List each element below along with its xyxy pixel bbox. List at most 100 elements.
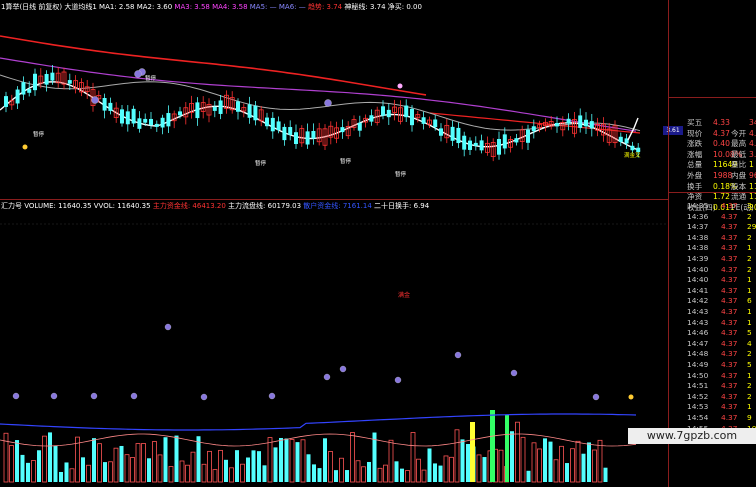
tick-cell: 2 bbox=[747, 211, 752, 221]
volume-bar bbox=[510, 431, 514, 482]
tick-cell: 14:39 bbox=[687, 254, 709, 263]
volume-bar bbox=[147, 458, 151, 482]
tick-cell: 4.37 bbox=[721, 370, 738, 380]
volume-bar bbox=[92, 438, 96, 482]
candle-body bbox=[282, 126, 287, 141]
tick-cell: 1 bbox=[747, 243, 752, 253]
quote-row: 涨幅 10.08% 最低 3. bbox=[669, 150, 756, 161]
candle-body bbox=[479, 140, 484, 151]
volume-bar bbox=[152, 441, 157, 483]
tick-cell: 4.37 bbox=[721, 381, 738, 391]
volume-bar bbox=[575, 440, 581, 483]
tick-cell: 2 bbox=[747, 349, 752, 359]
volume-bar bbox=[273, 447, 278, 482]
tick-cell: 14:48 bbox=[687, 349, 709, 359]
candle-body bbox=[305, 131, 310, 145]
candle-body bbox=[311, 130, 316, 139]
tick-cell: 14:42 bbox=[687, 296, 709, 306]
candle-body bbox=[578, 115, 583, 128]
candle-body bbox=[67, 80, 72, 84]
volume-bar bbox=[515, 421, 520, 483]
indicator-marker bbox=[454, 351, 462, 359]
quote-cell: 涨跌 bbox=[687, 139, 703, 149]
candle-body bbox=[4, 96, 8, 107]
volume-bar bbox=[257, 451, 261, 482]
volume-bar bbox=[476, 454, 482, 483]
candle-body bbox=[120, 109, 124, 124]
indicator-marker bbox=[323, 373, 331, 381]
candle-body bbox=[340, 127, 345, 133]
quote-cell: 内盘 bbox=[731, 171, 747, 180]
chart-label: 暂停 bbox=[340, 157, 352, 165]
candle-body bbox=[618, 136, 623, 142]
candle-body bbox=[27, 89, 32, 93]
tick-cell: 4.37 bbox=[721, 413, 738, 422]
quote-row: 涨跌 0.40 最高 4. bbox=[669, 139, 756, 150]
candle-body bbox=[357, 122, 362, 131]
volume-bar bbox=[526, 470, 531, 482]
candle-body bbox=[555, 122, 559, 127]
tick-row: 14:35 4.37 3 bbox=[669, 201, 756, 211]
tick-cell: 4.37 bbox=[721, 349, 738, 359]
tick-cell: 2 bbox=[747, 264, 752, 274]
candlestick-chart[interactable]: 暂停暂停 暂停暂停暂停满金叉 bbox=[0, 0, 668, 200]
volume-bar bbox=[592, 449, 597, 483]
volume-bar bbox=[328, 451, 333, 483]
candle-body bbox=[212, 106, 217, 111]
tick-row: 14:40 4.37 1 bbox=[669, 275, 756, 285]
tick-cell: 14:40 bbox=[687, 275, 709, 285]
tick-cell: 1 bbox=[747, 275, 752, 285]
tick-cell: 4.37 bbox=[721, 254, 738, 263]
volume-bar bbox=[119, 445, 124, 482]
indicator-marker bbox=[164, 323, 172, 331]
tick-row: 14:54 4.37 9 bbox=[669, 413, 756, 423]
tick-row: 14:52 4.37 2 bbox=[669, 392, 756, 402]
volume-bar bbox=[587, 442, 591, 482]
chart-area[interactable]: 1算举(日线 前复权) 大道均线1 MA1: 2.58 MA2: 3.60 MA… bbox=[0, 0, 683, 487]
tick-cell: 4.37 bbox=[721, 338, 738, 348]
candle-body bbox=[21, 82, 26, 95]
signal-marker bbox=[324, 99, 332, 107]
indicator-line-blue bbox=[0, 413, 637, 431]
tick-cell: 1 bbox=[747, 307, 752, 316]
volume-bar bbox=[212, 469, 218, 483]
indicator-marker bbox=[339, 365, 347, 373]
tick-cell: 14:51 bbox=[687, 381, 709, 391]
indicator-marker bbox=[130, 392, 138, 400]
volume-bar bbox=[42, 435, 47, 483]
tick-cell: 29 bbox=[747, 222, 756, 232]
indicator-chart[interactable]: 满金 bbox=[0, 200, 668, 487]
volume-bar bbox=[388, 439, 394, 483]
quote-cell: 4. bbox=[749, 139, 756, 149]
tick-cell: 14:46 bbox=[687, 328, 709, 338]
tick-cell: 4.37 bbox=[721, 402, 738, 412]
candle-body bbox=[131, 108, 136, 124]
volume-bar bbox=[103, 462, 107, 482]
volume-bar bbox=[603, 467, 608, 482]
volume-bar-highlight bbox=[505, 415, 509, 482]
candle-body bbox=[410, 108, 414, 126]
candle-body bbox=[270, 117, 275, 132]
tick-cell: 6 bbox=[747, 296, 752, 306]
quote-cell: 11. bbox=[749, 181, 756, 191]
volume-bar bbox=[9, 445, 14, 483]
tick-cell: 14:47 bbox=[687, 338, 709, 348]
volume-bar bbox=[163, 437, 168, 482]
indicator-marker-yellow bbox=[628, 394, 634, 400]
candle-body bbox=[630, 145, 635, 151]
volume-bar bbox=[416, 458, 421, 483]
volume-bar-highlight bbox=[470, 422, 475, 482]
volume-bar bbox=[482, 457, 487, 482]
volume-bar bbox=[53, 446, 58, 482]
volume-bar bbox=[350, 432, 355, 483]
ma-line-purple bbox=[0, 57, 637, 132]
tick-row: 14:50 4.37 1 bbox=[669, 371, 756, 381]
quote-cell: 现价 bbox=[687, 128, 703, 138]
candle-body bbox=[421, 117, 426, 124]
candle-body bbox=[502, 134, 507, 149]
candle-body bbox=[566, 118, 571, 124]
tick-row: 14:39 4.37 2 bbox=[669, 254, 756, 264]
tick-cell: 14:35 bbox=[687, 201, 709, 210]
candle-body bbox=[247, 104, 252, 118]
candle-body bbox=[526, 129, 530, 143]
